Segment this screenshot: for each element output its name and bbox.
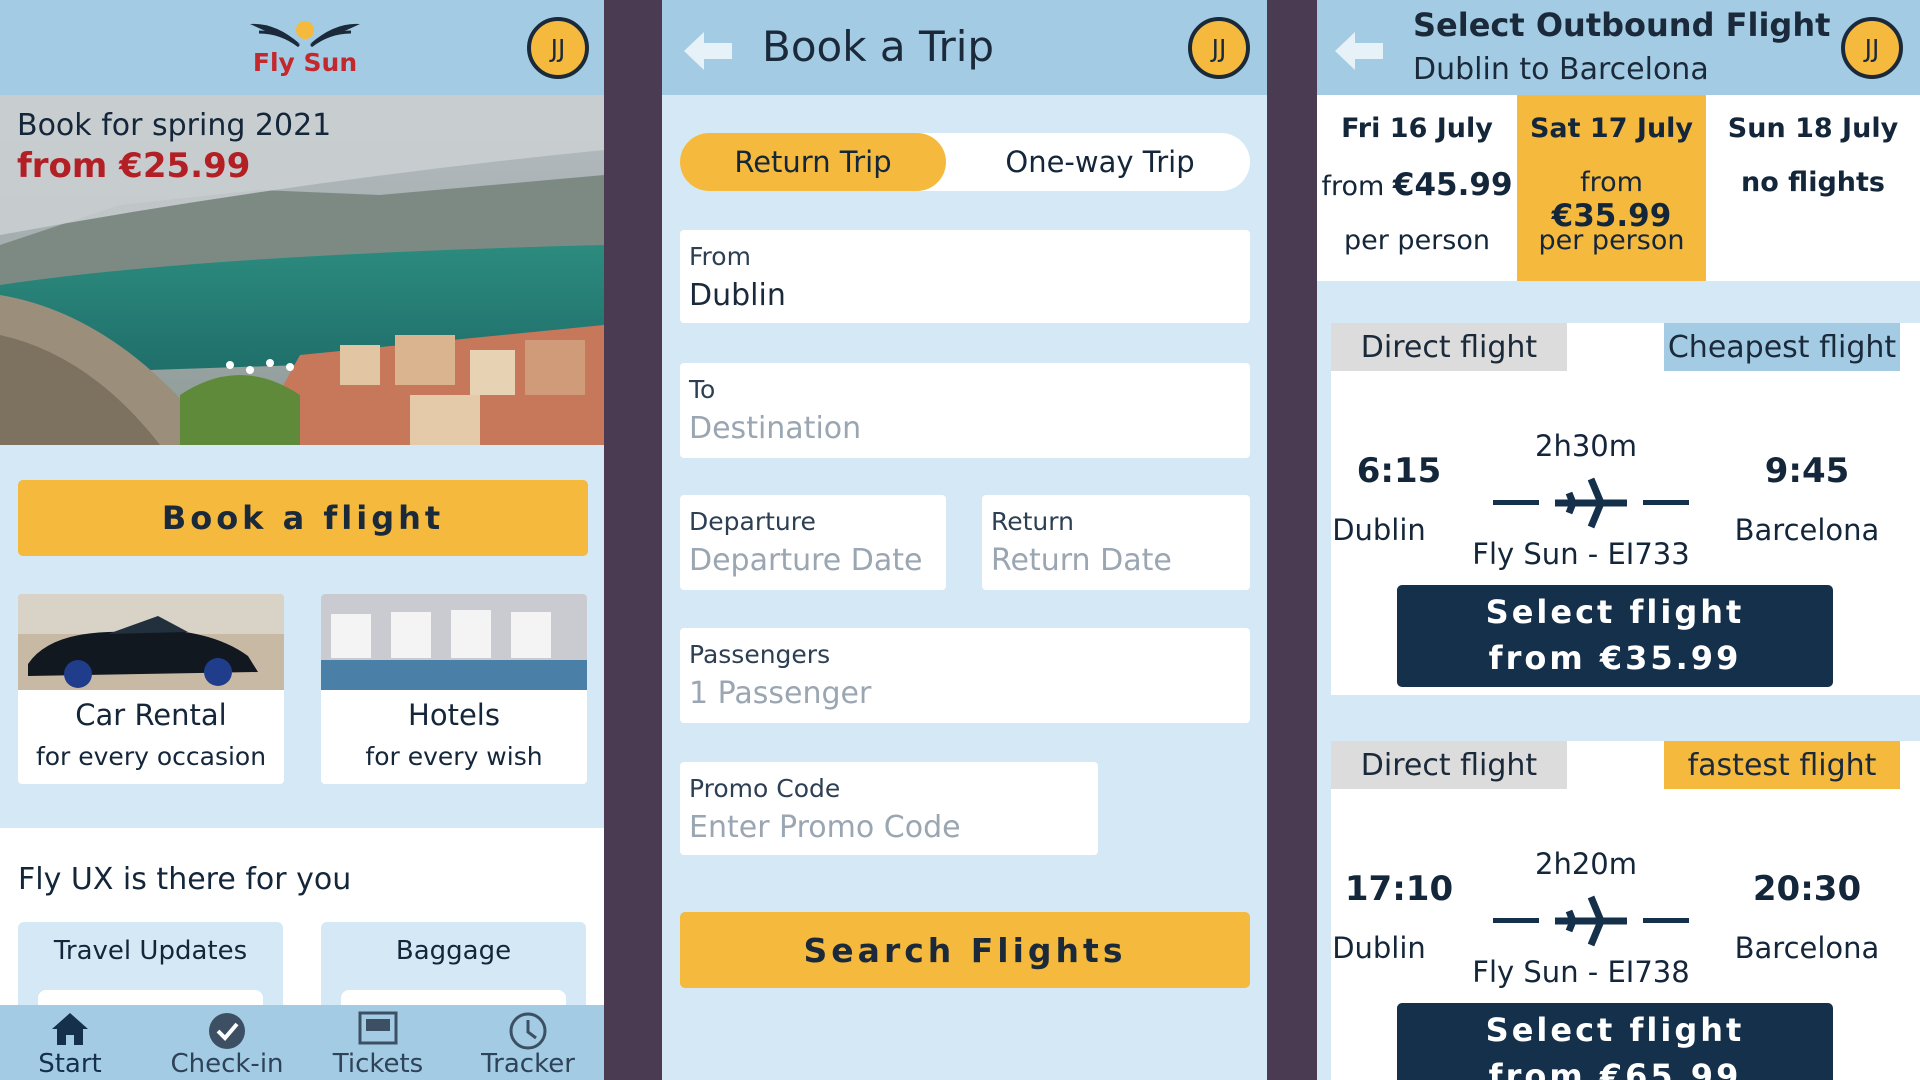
promo-code-placeholder: Enter Promo Code [689,810,961,845]
direct-flight-tag: Direct flight [1331,323,1567,371]
book-trip-screen: Book a Trip JJ Return Trip One-way Trip … [662,0,1267,1080]
date-per-person: per person [1538,225,1685,256]
return-placeholder: Return Date [991,543,1172,578]
return-trip-option[interactable]: Return Trip [680,133,946,191]
car-rental-title: Car Rental [75,698,227,732]
home-screen: Fly Sun JJ Book for spring 2021 from €25… [0,0,604,1080]
cheapest-flight-badge: Cheapest flight [1664,323,1900,371]
airplane-icon [1493,477,1689,529]
flight-duration: 2h20m [1535,847,1637,881]
search-flights-button[interactable]: Search Flights [680,912,1250,988]
clock-icon [509,1012,547,1050]
departure-label: Departure [689,507,816,536]
date-price: from €35.99 [1551,167,1672,234]
return-label: Return [991,507,1074,536]
home-icon [52,1013,88,1045]
departure-time: 6:15 [1356,451,1442,491]
check-icon [209,1013,245,1049]
nav-tracker-label: Tracker [481,1049,575,1079]
route-subtitle: Dublin to Barcelona [1413,52,1709,87]
date-price: from €45.99 [1321,167,1513,203]
from-label: From [689,242,751,271]
date-label: Fri 16 July [1341,113,1493,144]
logo-text: Fly Sun [252,48,358,77]
from-field[interactable]: From Dublin [680,230,1250,323]
flight-card[interactable]: Direct flight fastest flight 17:10 Dubli… [1331,741,1920,1080]
arrival-time: 9:45 [1764,451,1850,491]
nav-start[interactable]: Start [0,1005,140,1080]
bottom-nav: Start Check-in Tickets Tracker [0,1005,604,1080]
hero-title: Book for spring 2021 [17,108,332,143]
nav-tracker[interactable]: Tracker [458,1005,598,1080]
select-flight-screen: Select Outbound Flight Dublin to Barcelo… [1317,0,1920,1080]
select-flight-button[interactable]: Select flight from €35.99 [1397,585,1833,687]
passengers-placeholder: 1 Passenger [689,676,872,711]
trip-type-toggle: Return Trip One-way Trip [680,133,1250,191]
car-rental-card[interactable]: Car Rental for every occasion [18,594,284,784]
to-field[interactable]: To Destination [680,363,1250,458]
departure-date-field[interactable]: Departure Departure Date [680,495,946,590]
hotels-subtitle: for every wish [365,742,543,771]
date-option-sun-18[interactable]: Sun 18 July no flights [1706,95,1920,281]
flight-duration: 2h30m [1535,429,1637,463]
date-per-person: per person [1344,225,1490,256]
car-image [18,594,284,690]
to-placeholder: Destination [689,411,862,446]
passengers-field[interactable]: Passengers 1 Passenger [680,628,1250,723]
from-value: Dublin [689,278,786,313]
date-selector: Fri 16 July from €45.99 per person Sat 1… [1317,95,1920,281]
departure-placeholder: Departure Date [689,543,923,578]
car-rental-subtitle: for every occasion [35,742,267,771]
promo-code-label: Promo Code [689,774,841,803]
flight-number: Fly Sun - EI738 [1472,955,1690,989]
fly-sun-logo[interactable]: Fly Sun [245,16,365,80]
passengers-label: Passengers [689,640,831,669]
nav-tickets[interactable]: Tickets [308,1005,448,1080]
arrival-city: Barcelona [1734,931,1880,965]
flight-card[interactable]: Direct flight Cheapest flight 6:15 Dubli… [1331,323,1920,695]
to-label: To [689,375,716,404]
promo-code-field[interactable]: Promo Code Enter Promo Code [680,762,1098,855]
back-arrow-icon[interactable] [680,26,736,76]
departure-city: Dublin [1332,931,1426,965]
hero-price: from €25.99 [17,146,251,186]
user-avatar[interactable]: JJ [1841,17,1903,79]
no-flights-text: no flights [1741,167,1885,198]
date-option-sat-17[interactable]: Sat 17 July from €35.99 per person [1517,95,1706,281]
user-avatar[interactable]: JJ [527,17,589,79]
hotels-title: Hotels [408,698,500,732]
arrival-time: 20:30 [1752,869,1862,909]
airplane-icon [1493,895,1689,947]
ticket-icon [358,1011,398,1045]
arrival-city: Barcelona [1734,513,1880,547]
travel-updates-label: Travel Updates [53,936,248,966]
nav-start-label: Start [38,1049,102,1079]
page-title: Book a Trip [762,22,995,71]
hotel-image [321,594,587,690]
user-avatar[interactable]: JJ [1188,17,1250,79]
page-title: Select Outbound Flight [1413,6,1831,44]
fastest-flight-badge: fastest flight [1664,741,1900,789]
flight-number: Fly Sun - EI733 [1472,537,1690,571]
select-flight-button[interactable]: Select flight from €65.99 [1397,1003,1833,1080]
nav-check-in-label: Check-in [170,1049,284,1079]
one-way-trip-option[interactable]: One-way Trip [950,133,1250,191]
book-flight-button[interactable]: Book a flight [18,480,588,556]
date-option-fri-16[interactable]: Fri 16 July from €45.99 per person [1317,95,1517,281]
departure-time: 17:10 [1344,869,1454,909]
baggage-label: Baggage [395,936,512,966]
departure-city: Dublin [1332,513,1426,547]
nav-check-in[interactable]: Check-in [157,1005,297,1080]
return-date-field[interactable]: Return Return Date [982,495,1250,590]
back-arrow-icon[interactable] [1331,26,1387,76]
nav-tickets-label: Tickets [332,1049,424,1079]
date-label: Sat 17 July [1529,113,1694,144]
info-title: Fly UX is there for you [18,862,352,897]
hotels-card[interactable]: Hotels for every wish [321,594,587,784]
date-label: Sun 18 July [1727,113,1899,144]
direct-flight-tag: Direct flight [1331,741,1567,789]
